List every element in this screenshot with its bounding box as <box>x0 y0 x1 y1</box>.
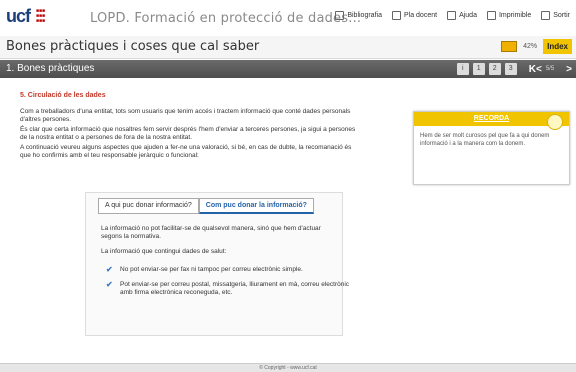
tabs-panel: A qui puc donar informació? Com puc dona… <box>85 192 349 336</box>
tab-list: A qui puc donar informació? Com puc dona… <box>98 198 314 214</box>
tab-paragraph-1: La informació no pot facilitar-se de qua… <box>101 225 321 240</box>
info-icon[interactable]: i <box>456 63 469 75</box>
paragraph-1: Com a treballadors d'una entitat, tots s… <box>20 108 351 123</box>
checkmark-icon: ✔ <box>106 265 113 274</box>
content-area: 5. Circulació de les dades Com a treball… <box>0 78 576 364</box>
recorda-text: Hem de ser molt curosos pel que fa a qui… <box>420 133 550 147</box>
page-counter: 5/5 <box>545 66 555 72</box>
link-ajuda[interactable]: Ajuda <box>447 11 477 20</box>
top-bar: ucf ■■■ ■■■ ■■■ LOPD. Formació en protecci… <box>0 0 576 37</box>
page-header-controls: 42% Index <box>501 39 572 54</box>
progress-value: 42% <box>523 43 538 50</box>
link-bibliografia[interactable]: Bibliografia <box>335 11 382 20</box>
paragraph-3: A continuació veureu alguns aspectes que… <box>20 144 352 159</box>
logo-mark-icon: ■■■ ■■■ ■■■ <box>36 8 46 24</box>
page-2-button[interactable]: 2 <box>488 63 501 75</box>
index-button[interactable]: Index <box>543 39 572 54</box>
content-heading: 5. Circulació de les dades <box>20 92 106 99</box>
link-pla-docent[interactable]: Pla docent <box>391 11 437 20</box>
tab-paragraph-2: La informació que contingui dades de sal… <box>101 248 227 255</box>
paragraph-2: És clar que certa informació que nosaltr… <box>20 126 356 141</box>
tab-a-qui[interactable]: A qui puc donar informació? <box>98 198 199 214</box>
lightbulb-icon <box>547 114 563 130</box>
page-title: Bones pràctiques i coses que cal saber <box>6 39 260 54</box>
link-imprimible[interactable]: Imprimible <box>486 11 531 20</box>
page-1-button[interactable]: 1 <box>472 63 485 75</box>
page-header: Bones pràctiques i coses que cal saber 4… <box>0 36 576 59</box>
course-title: LOPD. Formació en protecció de dades... <box>90 11 362 26</box>
print-icon <box>486 11 496 20</box>
progress-icon <box>501 41 518 52</box>
recorda-box: RECORDA Hem de ser molt curosos pel que … <box>413 111 570 185</box>
next-page-icon[interactable]: > <box>566 64 572 75</box>
tab-com-puc[interactable]: Com puc donar la informació? <box>198 198 314 214</box>
logo: ucf ■■■ ■■■ ■■■ <box>6 6 45 27</box>
link-sortir[interactable]: Sortir <box>541 11 570 20</box>
checkmark-icon: ✔ <box>106 280 113 289</box>
book-icon <box>335 11 345 20</box>
check-item-1: ✔ No pot enviar-se per fax ni tampoc per… <box>106 265 303 274</box>
exit-icon <box>541 11 551 20</box>
page-3-button[interactable]: 3 <box>504 63 517 75</box>
footer: © Copyright - www.ucf.cat <box>0 364 576 372</box>
section-controls: i 1 2 3 K< 5/5 > <box>456 63 572 75</box>
header-links: Bibliografia Pla docent Ajuda Imprimible… <box>335 11 570 20</box>
section-title: 1. Bones pràctiques <box>6 63 95 74</box>
recorda-title: RECORDA <box>414 112 569 126</box>
logo-text: ucf <box>6 6 31 26</box>
help-icon <box>447 11 457 20</box>
prev-page-icon[interactable]: K< <box>529 64 542 75</box>
section-bar: 1. Bones pràctiques i 1 2 3 K< 5/5 > <box>0 60 576 78</box>
check-item-2: ✔ Pot enviar-se per correu postal, missa… <box>106 280 350 297</box>
plan-icon <box>391 11 401 20</box>
